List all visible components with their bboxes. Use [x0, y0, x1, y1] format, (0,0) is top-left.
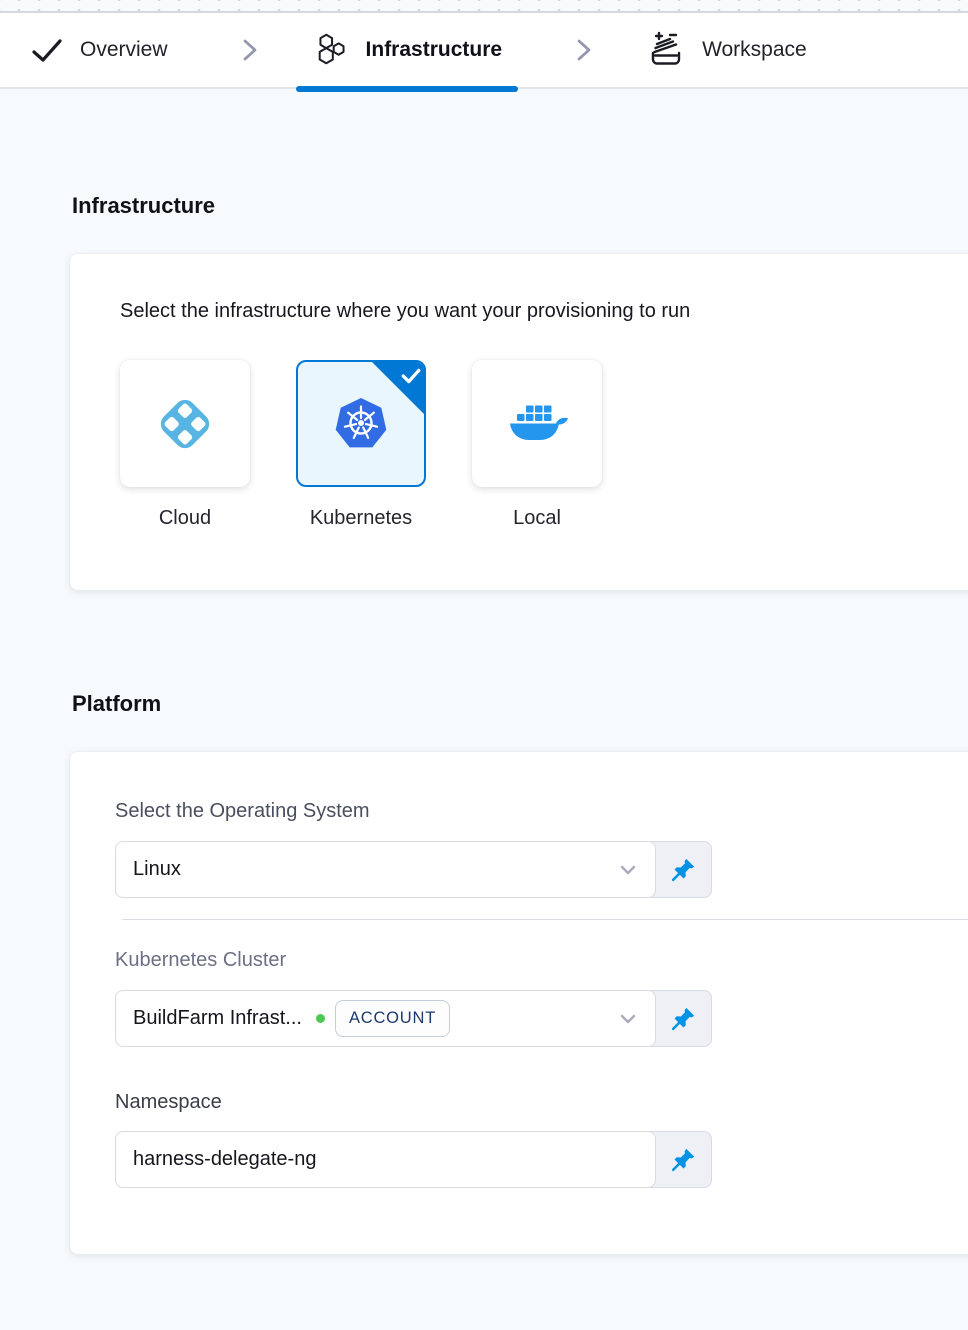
os-field-label: Select the Operating System [115, 800, 968, 823]
infrastructure-options: Cloud [120, 360, 968, 530]
kubernetes-tile-label: Kubernetes [310, 507, 412, 530]
infrastructure-section-heading: Infrastructure [72, 193, 968, 219]
cluster-dropdown[interactable]: BuildFarm Infrast... ACCOUNT [115, 990, 656, 1047]
os-value: Linux [133, 858, 181, 881]
option-cloud: Cloud [120, 360, 250, 530]
scope-badge: ACCOUNT [335, 1000, 450, 1037]
infrastructure-card: Select the infrastructure where you want… [70, 254, 968, 590]
cluster-value: BuildFarm Infrast... [133, 1007, 302, 1030]
tab-overview[interactable]: Overview [14, 13, 184, 87]
kubernetes-tile[interactable] [296, 360, 426, 487]
connector-status-dot [316, 1014, 325, 1023]
tab-infrastructure-label: Infrastructure [366, 38, 503, 62]
tab-infrastructure[interactable]: Infrastructure [296, 13, 519, 87]
kubernetes-icon [329, 392, 393, 456]
namespace-value: harness-delegate-ng [133, 1148, 316, 1171]
cluster-field-label: Kubernetes Cluster [115, 949, 968, 972]
platform-card: Select the Operating System Linux Kubern… [70, 752, 968, 1254]
local-tile-label: Local [513, 507, 561, 530]
tab-overview-label: Overview [80, 38, 168, 62]
harness-cloud-icon [151, 390, 219, 458]
os-dropdown[interactable]: Linux [115, 841, 656, 898]
tab-workspace[interactable]: Workspace [630, 13, 823, 87]
os-field-group: Linux [115, 841, 712, 898]
workspace-stack-icon [646, 30, 686, 70]
dialog-top-dotted-strip [0, 0, 968, 13]
option-local: Local [472, 360, 602, 530]
local-tile[interactable] [472, 360, 602, 487]
tab-workspace-label: Workspace [702, 38, 807, 62]
docker-whale-icon [505, 392, 569, 456]
cloud-tile-label: Cloud [159, 507, 211, 530]
chevron-down-icon[interactable] [618, 1009, 638, 1029]
platform-section-heading: Platform [72, 691, 968, 717]
infrastructure-prompt: Select the infrastructure where you want… [120, 300, 968, 323]
pin-icon [670, 1146, 697, 1173]
option-kubernetes: Kubernetes [296, 360, 426, 530]
namespace-field-group: harness-delegate-ng [115, 1131, 712, 1188]
namespace-field-label: Namespace [115, 1091, 968, 1114]
pin-icon [670, 856, 697, 883]
check-icon [30, 33, 64, 67]
pin-icon [670, 1005, 697, 1032]
hexagons-icon [312, 31, 350, 69]
cluster-field-group: BuildFarm Infrast... ACCOUNT [115, 990, 712, 1047]
wizard-tab-bar: Overview Infrastructure [0, 13, 968, 89]
cloud-tile[interactable] [120, 360, 250, 487]
section-divider [122, 919, 968, 920]
chevron-down-icon[interactable] [618, 860, 638, 880]
chevron-right-icon [574, 36, 594, 64]
chevron-right-icon [240, 36, 260, 64]
namespace-input[interactable]: harness-delegate-ng [115, 1131, 656, 1188]
